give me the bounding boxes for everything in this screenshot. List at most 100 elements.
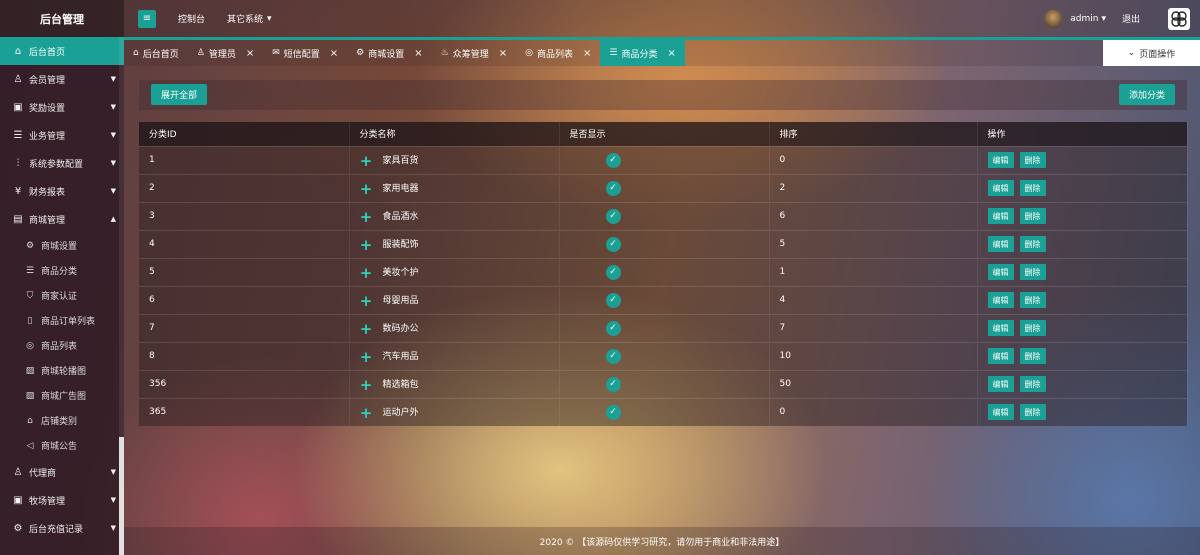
- category-name-cell: + 运动户外: [349, 397, 560, 426]
- sort-value: 0: [769, 145, 978, 174]
- delete-button[interactable]: 删除: [1019, 348, 1046, 364]
- expand-plus-icon[interactable]: +: [360, 208, 373, 226]
- expand-plus-icon[interactable]: +: [360, 404, 373, 422]
- sort-value: 7: [769, 313, 978, 342]
- add-category-button[interactable]: 添加分类: [1119, 84, 1176, 105]
- sidebar-item-ranch[interactable]: ▣ 牧场管理 ▼: [0, 486, 124, 514]
- close-icon[interactable]: ×: [246, 48, 254, 59]
- sidebar-subitem-ads[interactable]: ▧ 商城广告图: [0, 383, 124, 408]
- delete-button[interactable]: 删除: [1019, 264, 1046, 280]
- delete-button[interactable]: 删除: [1019, 376, 1046, 392]
- sidebar-subitem-notice[interactable]: ◁ 商城公告: [0, 433, 124, 458]
- sidebar-subitem-shop-settings[interactable]: ⚙ 商城设置: [0, 233, 124, 258]
- expand-plus-icon[interactable]: +: [360, 264, 373, 282]
- category-name-cell: + 数码办公: [349, 313, 560, 342]
- logout-link[interactable]: 退出: [1122, 12, 1140, 25]
- tab-home[interactable]: ⌂ 后台首页: [124, 40, 188, 66]
- edit-button[interactable]: 编辑: [987, 208, 1014, 224]
- sidebar-subitem-store-types[interactable]: ⌂ 店铺类别: [0, 408, 124, 433]
- delete-button[interactable]: 删除: [1019, 152, 1046, 168]
- sidebar-item-finance[interactable]: ¥ 财务报表 ▼: [0, 177, 124, 205]
- edit-button[interactable]: 编辑: [987, 376, 1014, 392]
- tab-products[interactable]: ◎ 商品列表 ×: [516, 40, 600, 66]
- expand-plus-icon[interactable]: +: [360, 152, 373, 170]
- close-icon[interactable]: ×: [668, 48, 676, 59]
- tab-categories[interactable]: ☰ 商品分类 ×: [600, 40, 685, 66]
- user-menu[interactable]: admin ▾: [1070, 14, 1106, 24]
- sidebar-scrollbar[interactable]: [119, 37, 124, 555]
- edit-button[interactable]: 编辑: [987, 180, 1014, 196]
- sidebar-item-recharge[interactable]: ⚙ 后台充值记录 ▼: [0, 514, 124, 542]
- close-icon[interactable]: ×: [414, 48, 422, 59]
- sidebar-subitem-carousel[interactable]: ▨ 商城轮播图: [0, 358, 124, 383]
- sidebar-subitem-orders[interactable]: ▯ 商品订单列表: [0, 308, 124, 333]
- tab-sms-config[interactable]: ✉ 短信配置 ×: [263, 40, 347, 66]
- check-icon[interactable]: ✓: [605, 292, 621, 308]
- edit-button[interactable]: 编辑: [987, 152, 1014, 168]
- delete-button[interactable]: 删除: [1019, 208, 1046, 224]
- gift-icon: ▣: [13, 101, 23, 113]
- check-icon[interactable]: ✓: [605, 208, 621, 224]
- avatar[interactable]: [1044, 9, 1063, 28]
- sidebar-item-home[interactable]: ⌂ 后台首页: [0, 37, 124, 65]
- delete-button[interactable]: 删除: [1019, 180, 1046, 196]
- sidebar-item-members[interactable]: ♙ 会员管理 ▼: [0, 65, 124, 93]
- table-row: 3 + 食品酒水 ✓ 6 编辑 删除: [139, 201, 1188, 230]
- expand-plus-icon[interactable]: +: [360, 236, 373, 254]
- check-icon[interactable]: ✓: [605, 404, 621, 420]
- sidebar-item-system-params[interactable]: ⫶ 系统参数配置 ▼: [0, 149, 124, 177]
- edit-button[interactable]: 编辑: [987, 404, 1014, 421]
- tab-shop-settings[interactable]: ⚙ 商城设置 ×: [347, 40, 431, 66]
- caret-down-icon: ▼: [110, 524, 116, 532]
- actions-cell: 编辑 删除: [977, 257, 1188, 286]
- check-icon[interactable]: ✓: [605, 236, 621, 252]
- shield-icon: ⛉: [26, 290, 34, 301]
- sidebar-subitem-products[interactable]: ◎ 商品列表: [0, 333, 124, 358]
- logo-icon[interactable]: [1168, 7, 1190, 30]
- close-icon[interactable]: ×: [499, 48, 507, 59]
- close-icon[interactable]: ×: [583, 48, 591, 59]
- category-id: 2: [139, 173, 350, 202]
- category-id: 4: [139, 229, 350, 258]
- sidebar-item-rewards[interactable]: ▣ 奖励设置 ▼: [0, 93, 124, 121]
- expand-plus-icon[interactable]: +: [360, 376, 373, 394]
- close-icon[interactable]: ×: [330, 48, 338, 59]
- category-id: 365: [139, 397, 350, 426]
- delete-button[interactable]: 删除: [1019, 236, 1046, 252]
- sort-value: 2: [769, 173, 978, 202]
- edit-button[interactable]: 编辑: [987, 320, 1014, 336]
- edit-button[interactable]: 编辑: [987, 236, 1014, 252]
- sidebar-item-agents[interactable]: ♙ 代理商 ▼: [0, 458, 124, 486]
- tab-label: 短信配置: [283, 49, 320, 60]
- check-icon[interactable]: ✓: [605, 348, 621, 364]
- other-systems-menu[interactable]: 其它系统 ▾: [227, 12, 272, 26]
- expand-plus-icon[interactable]: +: [360, 320, 373, 338]
- console-link[interactable]: 控制台: [178, 12, 205, 25]
- speaker-icon: ◁: [26, 440, 34, 451]
- tab-admins[interactable]: ♙ 管理员 ×: [188, 40, 263, 66]
- delete-button[interactable]: 删除: [1019, 320, 1046, 336]
- edit-button[interactable]: 编辑: [987, 292, 1014, 308]
- image-icon: ▨: [25, 365, 35, 376]
- caret-down-icon: ▼: [110, 103, 116, 111]
- check-icon[interactable]: ✓: [605, 152, 621, 168]
- page-operations-button[interactable]: ⌄ 页面操作: [1103, 40, 1200, 66]
- sidebar-item-business[interactable]: ☰ 业务管理 ▼: [0, 121, 124, 149]
- expand-all-button[interactable]: 展开全部: [151, 84, 208, 105]
- sidebar-subitem-merchant-cert[interactable]: ⛉ 商家认证: [0, 283, 124, 308]
- check-icon[interactable]: ✓: [605, 376, 621, 392]
- expand-plus-icon[interactable]: +: [360, 348, 373, 366]
- check-icon[interactable]: ✓: [605, 180, 621, 196]
- expand-plus-icon[interactable]: +: [360, 180, 373, 198]
- sidebar-toggle-button[interactable]: ≡: [138, 9, 156, 28]
- sidebar-item-shop[interactable]: ▤ 商城管理 ▲: [0, 205, 124, 233]
- check-icon[interactable]: ✓: [605, 264, 621, 280]
- delete-button[interactable]: 删除: [1019, 404, 1046, 421]
- sidebar-subitem-categories[interactable]: ☰ 商品分类: [0, 258, 124, 283]
- check-icon[interactable]: ✓: [605, 320, 621, 336]
- delete-button[interactable]: 删除: [1019, 292, 1046, 308]
- tab-crowdfunding[interactable]: ♨ 众筹管理 ×: [432, 40, 516, 66]
- edit-button[interactable]: 编辑: [987, 264, 1014, 280]
- expand-plus-icon[interactable]: +: [360, 292, 373, 310]
- edit-button[interactable]: 编辑: [987, 348, 1014, 364]
